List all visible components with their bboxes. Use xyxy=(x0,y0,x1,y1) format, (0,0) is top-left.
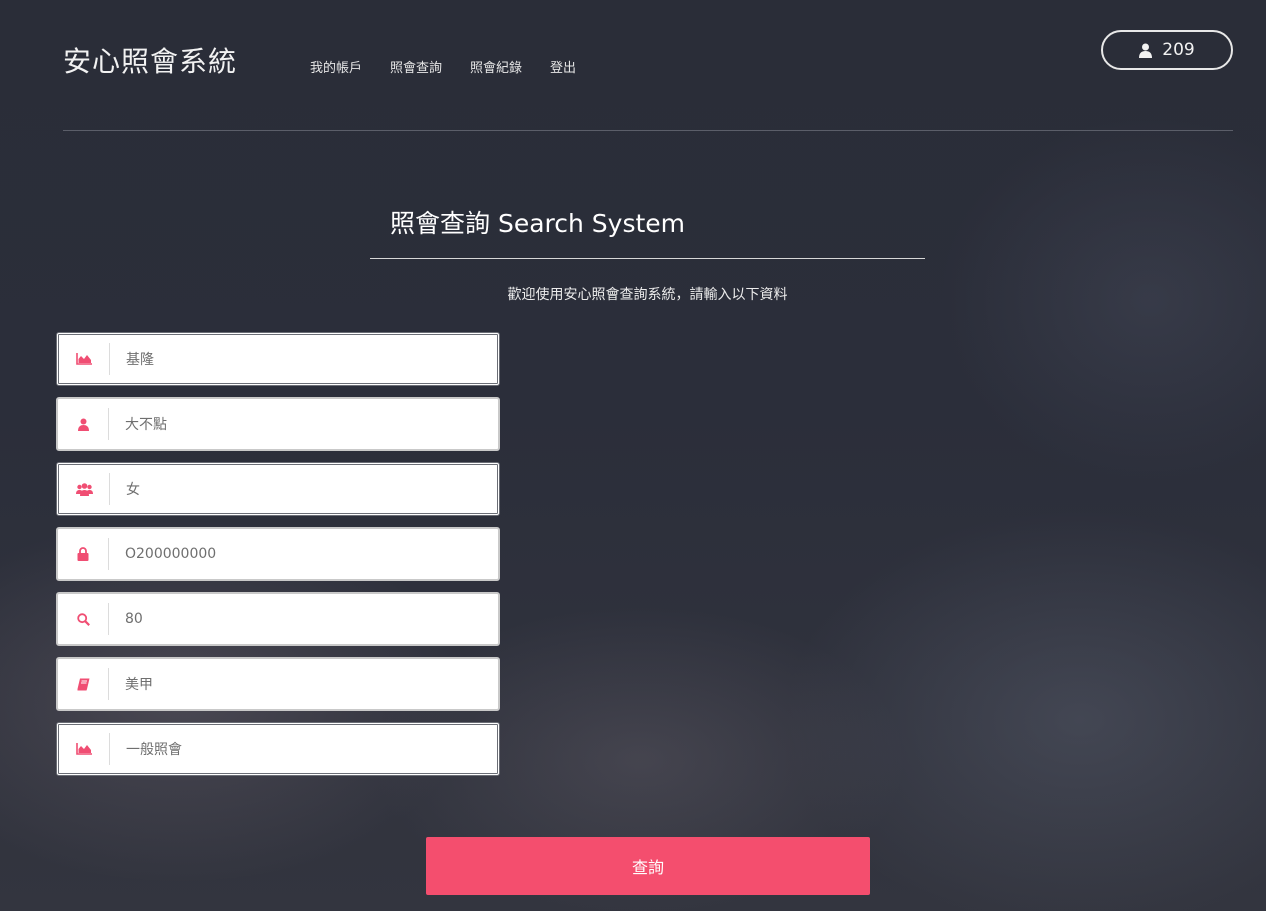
id-number-value: O200000000 xyxy=(125,546,217,562)
area-chart-icon xyxy=(59,343,110,375)
nav-records[interactable]: 照會紀錄 xyxy=(470,57,522,76)
nav-my-account[interactable]: 我的帳戶 xyxy=(310,57,362,76)
user-icon xyxy=(1139,43,1153,58)
page-subtitle: 歡迎使用安心照會查詢系統，請輸入以下資料 xyxy=(507,287,788,303)
lock-icon xyxy=(58,538,109,570)
name-field[interactable]: 大不點 xyxy=(56,397,500,451)
region-value: 基隆 xyxy=(126,352,154,368)
nav-search[interactable]: 照會查詢 xyxy=(390,57,442,76)
book-icon xyxy=(58,668,109,700)
nav-logout[interactable]: 登出 xyxy=(550,57,576,76)
category-value: 美甲 xyxy=(125,677,153,693)
area-chart-icon xyxy=(59,733,110,765)
gender-value: 女 xyxy=(126,482,140,498)
search-button[interactable]: 查詢 xyxy=(426,837,870,895)
inquiry-type-value: 一般照會 xyxy=(126,742,182,758)
search-icon xyxy=(58,603,109,635)
query-field[interactable]: 80 xyxy=(56,592,500,646)
category-field[interactable]: 美甲 xyxy=(56,657,500,711)
main-nav: 我的帳戶 照會查詢 照會紀錄 登出 xyxy=(310,57,576,76)
user-count-button[interactable]: 209 xyxy=(1101,30,1233,70)
query-value: 80 xyxy=(125,611,143,627)
top-header: 安心照會系統 我的帳戶 照會查詢 照會紀錄 登出 209 xyxy=(63,0,1233,131)
user-count: 209 xyxy=(1162,40,1195,60)
inquiry-type-field[interactable]: 一般照會 xyxy=(56,722,500,776)
brand-title: 安心照會系統 xyxy=(63,45,238,78)
page-title: 照會查詢 Search System xyxy=(370,190,925,259)
name-value: 大不點 xyxy=(125,417,167,433)
id-number-field[interactable]: O200000000 xyxy=(56,527,500,581)
gender-field[interactable]: 女 xyxy=(56,462,500,516)
user-icon xyxy=(58,408,109,440)
region-field[interactable]: 基隆 xyxy=(56,332,500,386)
users-icon xyxy=(59,473,110,505)
search-panel: 照會查詢 Search System 歡迎使用安心照會查詢系統，請輸入以下資料 xyxy=(370,190,925,304)
